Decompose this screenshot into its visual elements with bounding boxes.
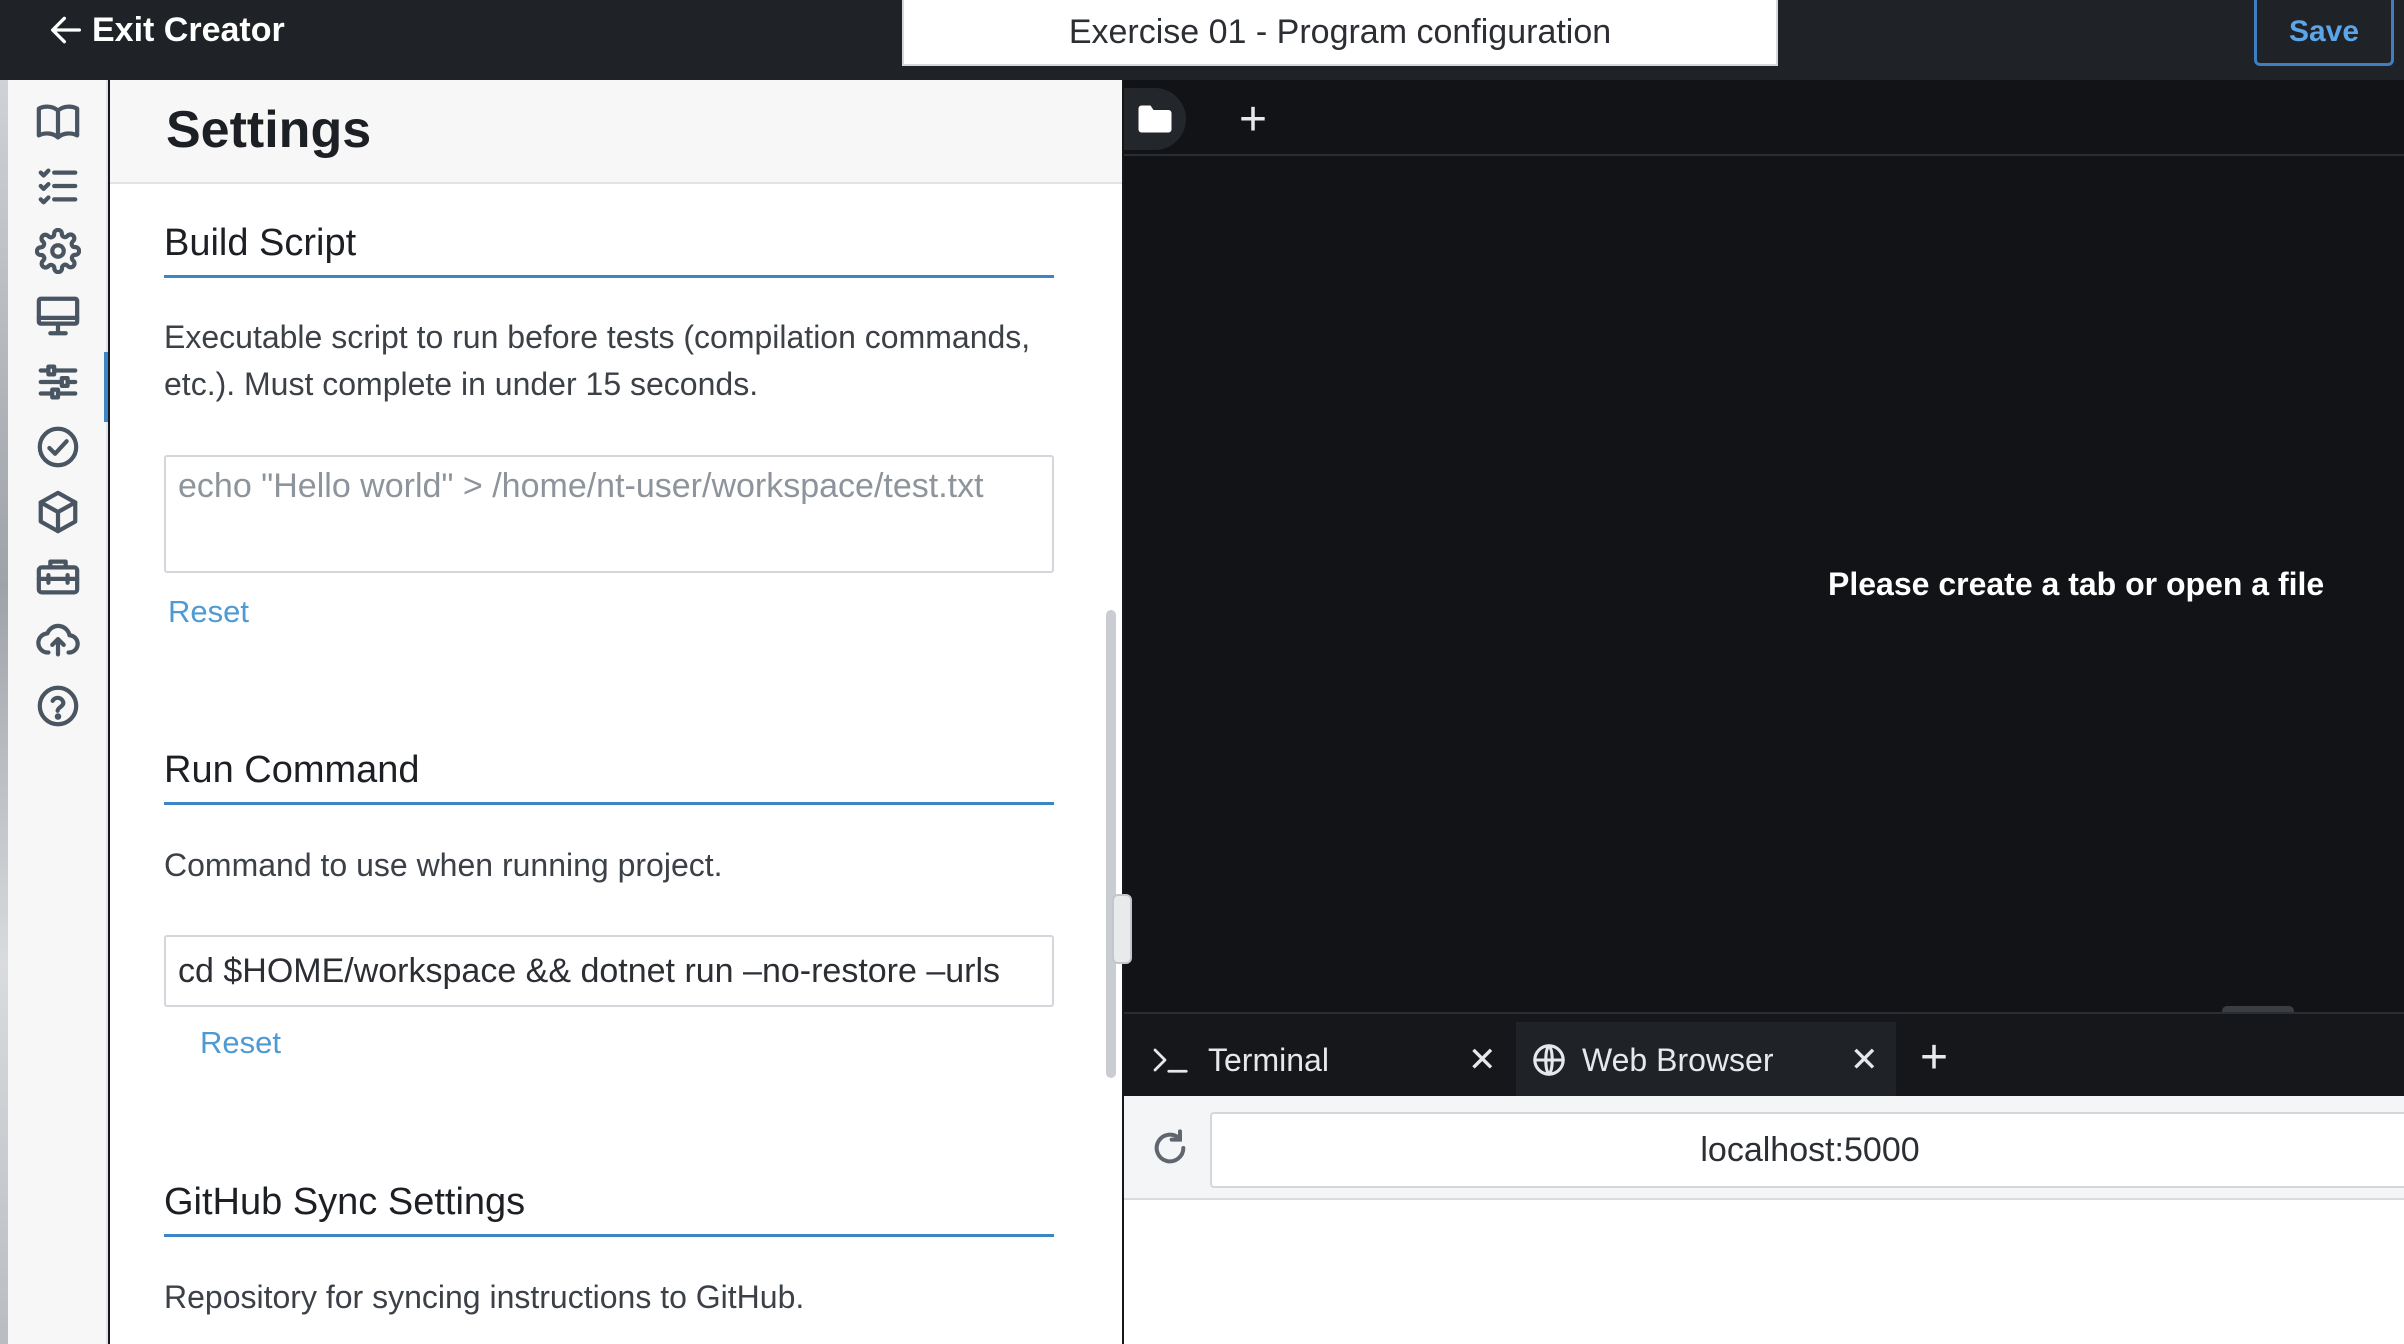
web-browser-panel: localhost:5000 xyxy=(1124,1096,2404,1344)
monitor-icon xyxy=(36,296,80,336)
empty-editor-message: Please create a tab or open a file xyxy=(1828,566,2325,602)
checklist-icon xyxy=(38,168,78,205)
cube-icon xyxy=(38,490,78,534)
editor-area: + Please create a tab or open a file xyxy=(1124,80,2404,1016)
vertical-resize-handle[interactable] xyxy=(1112,894,1132,964)
exercise-title[interactable]: Exercise 01 - Program configuration xyxy=(902,0,1778,66)
settings-body: Build Script Executable script to run be… xyxy=(110,184,1122,1344)
add-editor-tab-button[interactable]: + xyxy=(1228,93,1278,146)
check-circle-icon xyxy=(37,426,79,468)
settings-scrollbar[interactable] xyxy=(1106,610,1116,1078)
terminal-icon xyxy=(1153,1048,1188,1073)
top-bar: Exit Creator Exercise 01 - Program confi… xyxy=(0,0,2404,80)
add-bottom-tab-button[interactable]: + xyxy=(1920,1030,1948,1085)
settings-title: Settings xyxy=(166,101,372,159)
save-button[interactable]: Save xyxy=(2254,0,2394,66)
exit-creator-button[interactable]: Exit Creator xyxy=(46,6,285,54)
build-script-input[interactable]: echo "Hello world" > /home/nt-user/works… xyxy=(164,455,1054,573)
tab-web-browser-label: Web Browser xyxy=(1582,1041,1774,1078)
settings-header: Settings xyxy=(110,80,1122,184)
cloud-upload-icon xyxy=(36,623,80,657)
run-command-description: Command to use when running project. xyxy=(164,847,723,883)
close-terminal-tab-icon[interactable]: ✕ xyxy=(1468,1040,1497,1080)
bottom-panel-tab-bar: Terminal ✕ Web Browser ✕ + xyxy=(1124,1012,2404,1098)
tab-web-browser[interactable]: Web Browser ✕ xyxy=(1516,1022,1896,1098)
folder-icon xyxy=(1138,105,1172,133)
globe-icon xyxy=(1533,1044,1565,1076)
build-script-description: Executable script to run before tests (c… xyxy=(164,319,1031,402)
refresh-icon xyxy=(1154,1129,1186,1164)
url-input[interactable]: localhost:5000 xyxy=(1210,1112,2404,1188)
gear-icon xyxy=(35,228,81,274)
tab-terminal-label: Terminal xyxy=(1208,1041,1329,1078)
browser-address-bar: localhost:5000 xyxy=(1124,1096,2404,1200)
build-script-title: Build Script xyxy=(164,222,1054,278)
icon-rail xyxy=(8,80,108,1344)
book-icon xyxy=(36,104,80,140)
refresh-button[interactable] xyxy=(1142,1120,1198,1176)
arrow-left-icon xyxy=(51,16,82,44)
window-edge-strip xyxy=(0,80,8,1344)
sliders-icon xyxy=(38,364,78,400)
run-command-reset-link[interactable]: Reset xyxy=(200,1025,281,1061)
editor-tab-bar: + xyxy=(1124,80,2404,156)
build-script-reset-link[interactable]: Reset xyxy=(168,594,249,630)
github-sync-title: GitHub Sync Settings xyxy=(164,1181,1054,1237)
github-sync-description: Repository for syncing instructions to G… xyxy=(164,1279,805,1315)
tab-terminal[interactable]: Terminal ✕ xyxy=(1124,1022,1510,1098)
run-command-input[interactable]: cd $HOME/workspace && dotnet run –no-res… xyxy=(164,935,1054,1007)
settings-panel: Settings Build Script Executable script … xyxy=(110,80,1122,1344)
close-web-browser-tab-icon[interactable]: ✕ xyxy=(1850,1040,1879,1080)
file-explorer-button[interactable] xyxy=(1124,88,1186,150)
run-command-title: Run Command xyxy=(164,749,1054,805)
exit-creator-label: Exit Creator xyxy=(92,10,285,49)
toolbox-icon xyxy=(36,559,80,595)
help-circle-icon xyxy=(37,685,79,727)
rail-help-button[interactable] xyxy=(8,666,108,746)
